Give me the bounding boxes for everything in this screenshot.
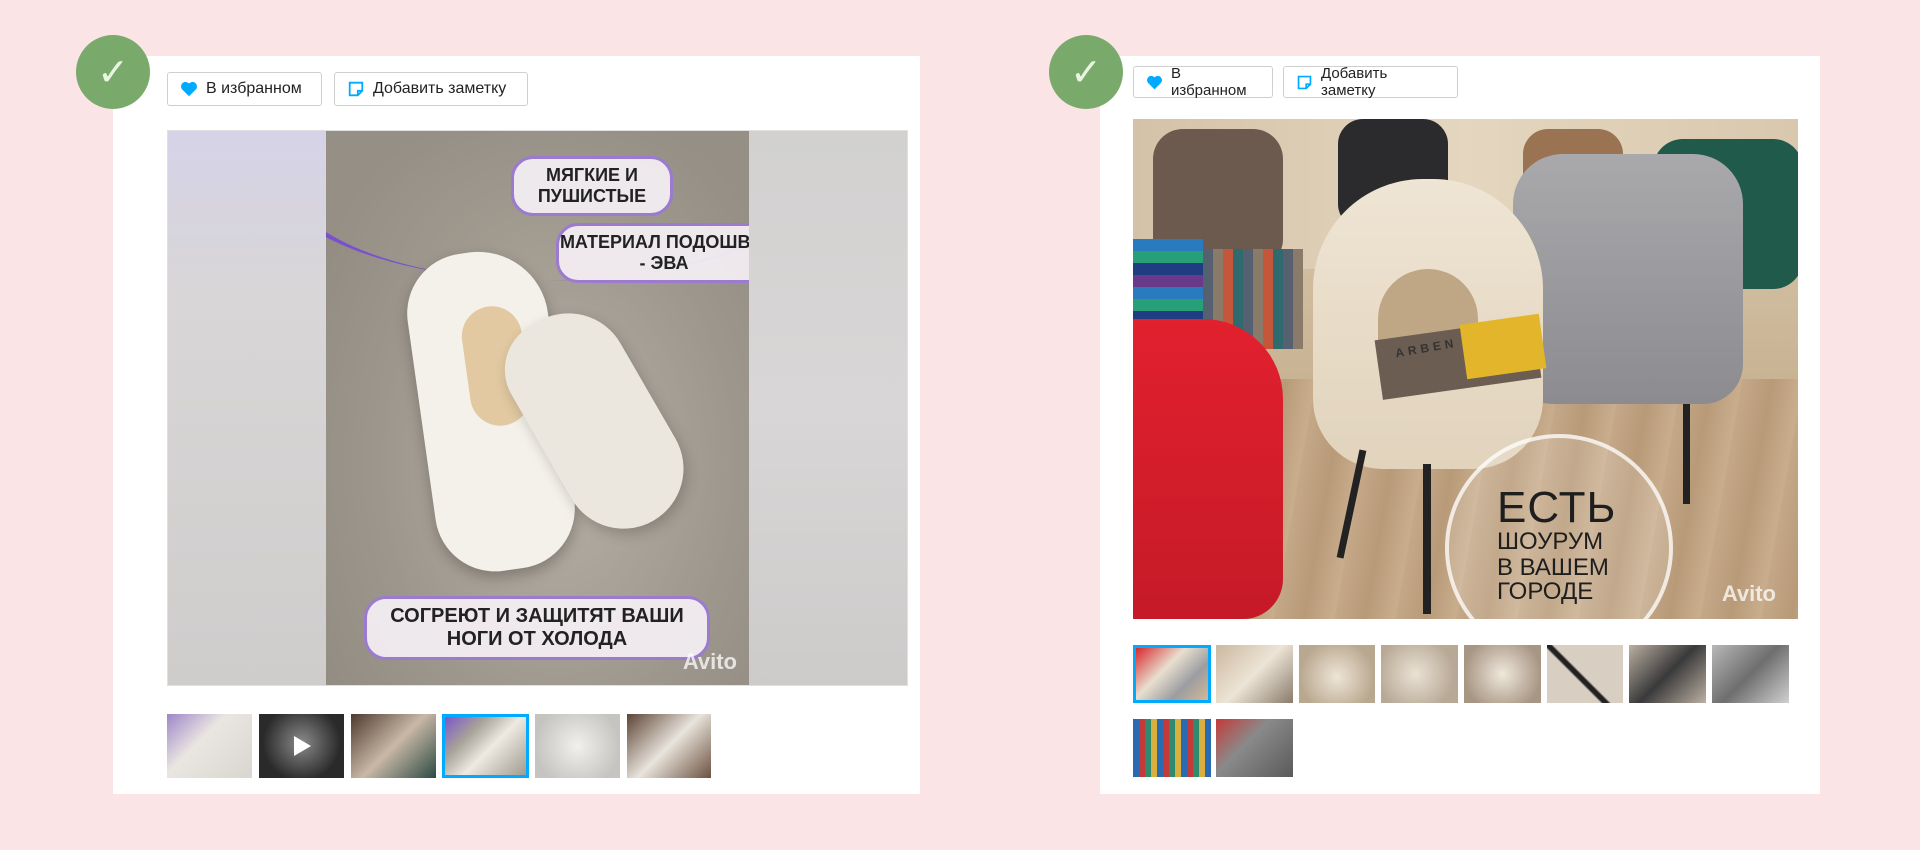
main-photo[interactable]: ARBEN ЕСТЬ ШОУРУМ В ВАШЕМ ГОРОДЕ Avito: [1133, 119, 1798, 619]
thumbnail[interactable]: [1299, 645, 1375, 703]
check-badge: ✓: [1049, 35, 1123, 109]
add-note-button[interactable]: Добавить заметку: [1283, 65, 1458, 99]
listing-card-1: В избранном Добавить заметку МЯГКИЕ И ПУ…: [113, 56, 920, 794]
check-icon: ✓: [1070, 50, 1102, 94]
thumbnail[interactable]: [351, 714, 436, 778]
thumbnail[interactable]: [167, 714, 252, 778]
thumbnail[interactable]: [1464, 645, 1541, 703]
heart-icon: [1147, 75, 1162, 89]
add-note-label: Добавить заметку: [1321, 65, 1388, 99]
thumbnail[interactable]: [1629, 645, 1706, 703]
thumbnail-active[interactable]: [442, 714, 529, 778]
note-icon: [1297, 75, 1312, 89]
listing-card-2: В избранном Добавить заметку ARBEN ЕСТЬ …: [1100, 56, 1820, 794]
thumbnail[interactable]: [1216, 719, 1293, 777]
blurred-side-left: [168, 131, 326, 685]
add-note-button[interactable]: Добавить заметку: [334, 72, 528, 106]
favorite-label: В избранном: [206, 80, 302, 97]
check-icon: ✓: [97, 50, 129, 94]
thumbnail[interactable]: [1133, 719, 1211, 777]
thumbnail[interactable]: [1216, 645, 1293, 703]
check-badge: ✓: [76, 35, 150, 109]
thumbnail[interactable]: [627, 714, 711, 778]
photo-label-1: МЯГКИЕ И ПУШИСТЫЕ: [511, 156, 673, 216]
thumbnail-video[interactable]: [259, 714, 344, 778]
heart-icon: [181, 81, 197, 97]
main-photo[interactable]: МЯГКИЕ И ПУШИСТЫЕ МАТЕРИАЛ ПОДОШВЫ - ЭВА…: [167, 130, 908, 686]
thumbnail-active[interactable]: [1133, 645, 1211, 703]
favorite-button[interactable]: В избранном: [1133, 65, 1273, 99]
play-icon: [294, 736, 311, 756]
note-icon: [348, 81, 364, 97]
thumbnail[interactable]: [1381, 645, 1458, 703]
blurred-side-right: [749, 131, 907, 685]
showroom-line-4: ГОРОДЕ: [1497, 578, 1594, 605]
showroom-line-3: В ВАШЕМ: [1497, 554, 1609, 581]
favorite-label: В избранном: [1171, 65, 1247, 99]
showroom-line-2: ШОУРУМ: [1497, 528, 1604, 555]
photo-slippers: МЯГКИЕ И ПУШИСТЫЕ МАТЕРИАЛ ПОДОШВЫ - ЭВА…: [326, 131, 749, 685]
photo-label-3: СОГРЕЮТ И ЗАЩИТЯТ ВАШИ НОГИ ОТ ХОЛОДА: [364, 596, 710, 660]
thumbnail[interactable]: [1712, 645, 1789, 703]
avito-watermark: Avito: [1721, 581, 1776, 606]
thumbnail[interactable]: [535, 714, 620, 778]
avito-watermark: Avito: [682, 649, 737, 674]
favorite-button[interactable]: В избранном: [167, 72, 322, 106]
add-note-label: Добавить заметку: [373, 80, 507, 97]
thumbnail[interactable]: [1547, 645, 1623, 703]
showroom-line-1: ЕСТЬ: [1497, 483, 1617, 532]
photo-label-2: МАТЕРИАЛ ПОДОШВЫ - ЭВА: [556, 223, 749, 283]
